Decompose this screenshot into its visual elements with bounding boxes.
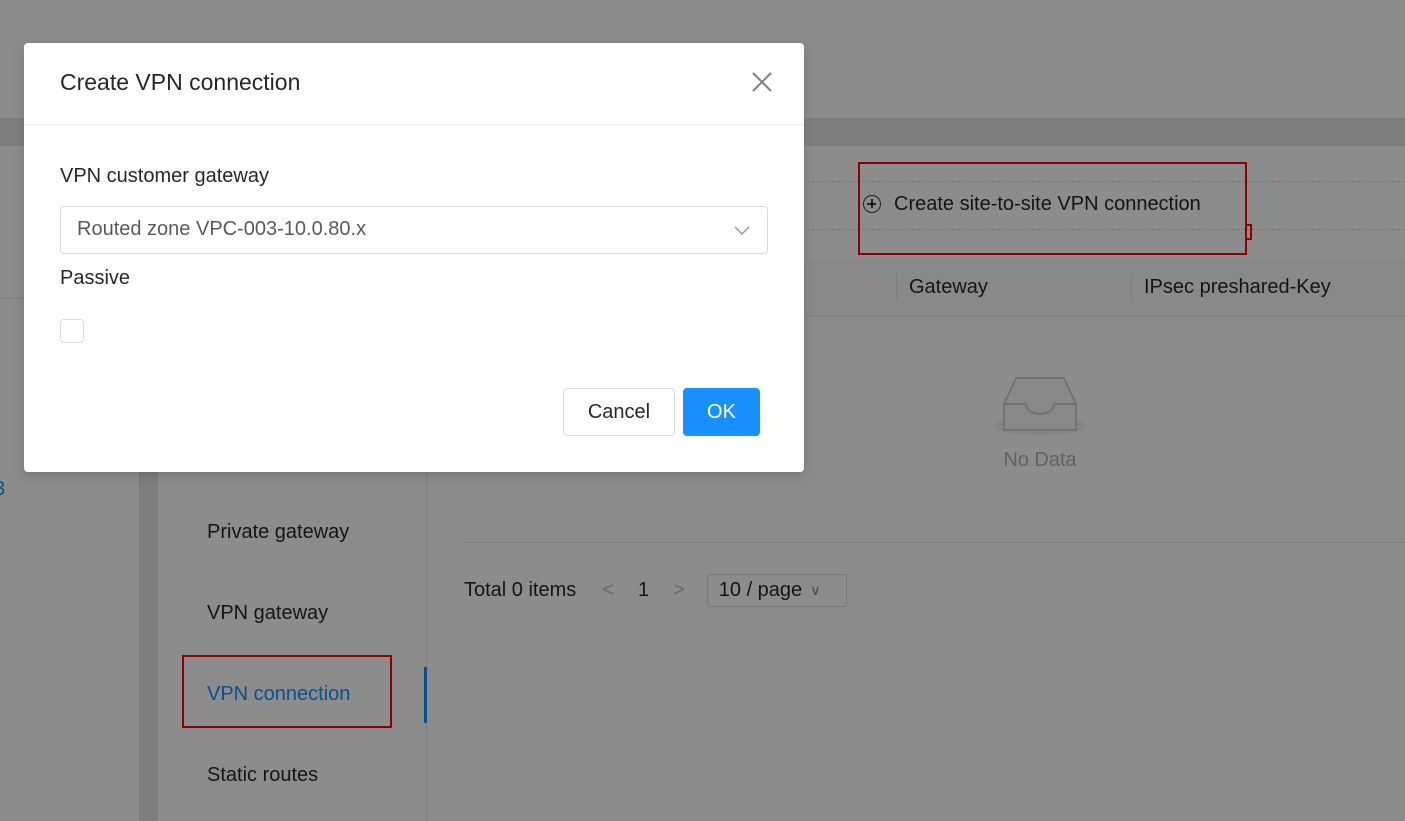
passive-checkbox[interactable] (60, 319, 84, 343)
customer-gateway-select[interactable]: Routed zone VPC-003-10.0.80.x (60, 206, 768, 254)
dialog-header: Create VPN connection (24, 43, 804, 125)
create-vpn-connection-dialog: Create VPN connection VPN customer gatew… (24, 43, 804, 472)
customer-gateway-label: VPN customer gateway (60, 165, 269, 187)
close-icon[interactable] (748, 68, 776, 96)
passive-label: Passive (60, 267, 131, 289)
dialog-title: Create VPN connection (60, 69, 301, 95)
cancel-button[interactable]: Cancel (563, 388, 675, 436)
ok-button[interactable]: OK (683, 388, 760, 436)
chevron-down-icon (734, 226, 750, 236)
customer-gateway-value: Routed zone VPC-003-10.0.80.x (77, 218, 367, 240)
